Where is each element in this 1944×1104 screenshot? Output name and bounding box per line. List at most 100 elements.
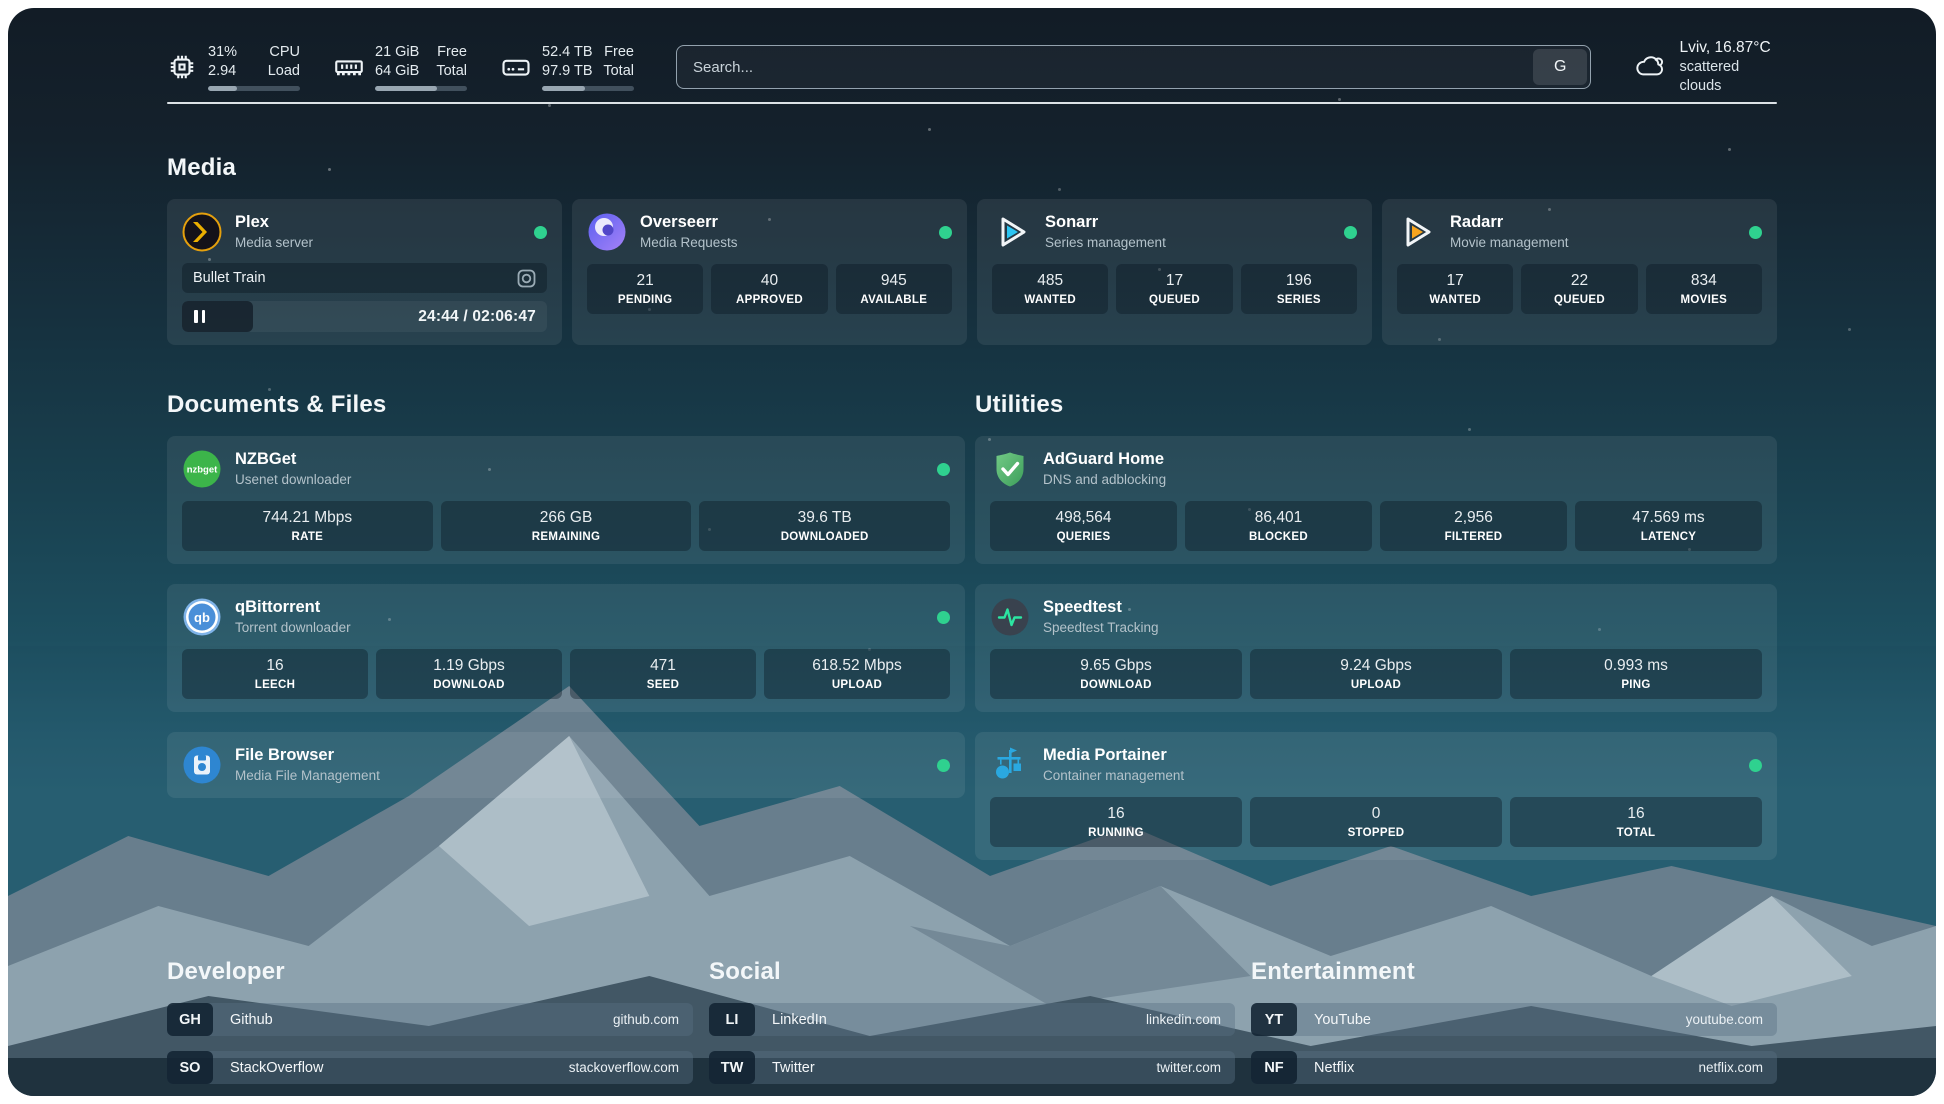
bookmarks-social: Social LI LinkedIn linkedin.com TW Twitt… [709, 958, 1235, 1096]
plex-status-dot [534, 226, 547, 239]
adguard-stat-blocked: 86,401 BLOCKED [1185, 501, 1372, 551]
video-session-icon[interactable] [517, 269, 536, 288]
memory-free-value: 21 GiB [375, 43, 419, 62]
portainer-stat-total: 16 TOTAL [1510, 797, 1762, 847]
filebrowser-card[interactable]: File Browser Media File Management [167, 732, 965, 798]
disk-widget: 52.4 TB 97.9 TB Free Total [501, 43, 634, 91]
plex-name: Plex [235, 212, 313, 233]
header-divider [167, 102, 1777, 104]
qbittorrent-card[interactable]: qb qBittorrent Torrent downloader 16 [167, 584, 965, 712]
overseerr-description: Media Requests [640, 234, 738, 252]
cpu-load-value: 2.94 [208, 62, 237, 81]
filebrowser-status-dot [937, 759, 950, 772]
snow-particles [8, 8, 11, 11]
memory-label-1: Free [436, 43, 467, 62]
speedtest-icon [990, 597, 1030, 637]
radarr-description: Movie management [1450, 234, 1569, 252]
overseerr-name: Overseerr [640, 212, 738, 233]
plex-now-playing-row: Bullet Train [182, 263, 547, 293]
screenshot-canvas: 31% 2.94 CPU Load [0, 0, 1944, 1104]
netflix-link-name: Netflix [1314, 1060, 1354, 1076]
radarr-icon [1397, 212, 1437, 252]
svg-text:nzbget: nzbget [187, 465, 218, 476]
portainer-description: Container management [1043, 767, 1184, 785]
youtube-link-domain: youtube.com [1686, 1012, 1763, 1027]
github-link-domain: github.com [613, 1012, 679, 1027]
search-input[interactable] [677, 46, 1590, 88]
link-netflix[interactable]: NF Netflix netflix.com [1251, 1051, 1777, 1084]
cloud-icon [1633, 49, 1666, 85]
disk-progress-fill [542, 86, 585, 91]
portainer-stat-running: 16 RUNNING [990, 797, 1242, 847]
utilities-section-title: Utilities [975, 391, 1777, 419]
media-section-title: Media [167, 154, 1777, 182]
top-bar: 31% 2.94 CPU Load [167, 8, 1777, 98]
linkedin-link-domain: linkedin.com [1146, 1012, 1221, 1027]
nzbget-stat-downloaded: 39.6 TB DOWNLOADED [699, 501, 950, 551]
speedtest-card[interactable]: Speedtest Speedtest Tracking 9.65 Gbps D… [975, 584, 1777, 712]
nzbget-card[interactable]: nzbget NZBGet Usenet downloader 744.21 M… [167, 436, 965, 564]
filebrowser-name: File Browser [235, 745, 380, 766]
cpu-label-1: CPU [268, 43, 300, 62]
portainer-stat-stopped: 0 STOPPED [1250, 797, 1502, 847]
adguard-stat-filtered: 2,956 FILTERED [1380, 501, 1567, 551]
memory-label-2: Total [436, 62, 467, 81]
speedtest-stat-ping: 0.993 ms PING [1510, 649, 1762, 699]
weather-condition: scattered clouds [1679, 58, 1777, 96]
radarr-name: Radarr [1450, 212, 1569, 233]
twitter-abbr-badge: TW [709, 1051, 755, 1084]
link-stackoverflow[interactable]: SO StackOverflow stackoverflow.com [167, 1051, 693, 1084]
plex-now-playing-title: Bullet Train [193, 270, 266, 286]
link-youtube[interactable]: YT YouTube youtube.com [1251, 1003, 1777, 1036]
portainer-status-dot [1749, 759, 1762, 772]
nzbget-stat-rate: 744.21 Mbps RATE [182, 501, 433, 551]
cpu-usage-value: 31% [208, 43, 237, 62]
memory-widget: 21 GiB 64 GiB Free Total [334, 43, 467, 91]
radarr-card[interactable]: Radarr Movie management 17 WANTED 2 [1382, 199, 1777, 345]
pause-icon[interactable] [194, 310, 205, 323]
memory-progress-track [375, 86, 467, 91]
sonarr-name: Sonarr [1045, 212, 1166, 233]
plex-card[interactable]: Plex Media server Bullet Train [167, 199, 562, 345]
adguard-description: DNS and adblocking [1043, 471, 1166, 489]
link-linkedin[interactable]: LI LinkedIn linkedin.com [709, 1003, 1235, 1036]
section-media: Media Plex Media server [167, 154, 1777, 345]
disk-total-value: 97.9 TB [542, 62, 593, 81]
svg-text:qb: qb [194, 610, 210, 625]
sonarr-description: Series management [1045, 234, 1166, 252]
search-provider-button[interactable]: G [1533, 49, 1587, 85]
speedtest-name: Speedtest [1043, 597, 1159, 618]
youtube-link-name: YouTube [1314, 1012, 1371, 1028]
sonarr-card[interactable]: Sonarr Series management 485 WANTED [977, 199, 1372, 345]
qbittorrent-stat-upload: 618.52 Mbps UPLOAD [764, 649, 950, 699]
adguard-icon [990, 449, 1030, 489]
qbittorrent-description: Torrent downloader [235, 619, 351, 637]
portainer-card[interactable]: Media Portainer Container management 16 … [975, 732, 1777, 860]
disk-icon [501, 52, 531, 82]
plex-playback-time: 24:44 / 02:06:47 [418, 301, 536, 332]
plex-icon [182, 212, 222, 252]
section-documents-files: Documents & Files nzbget NZBGet Usenet d… [167, 391, 965, 880]
github-abbr-badge: GH [167, 1003, 213, 1036]
qbittorrent-stat-seed: 471 SEED [570, 649, 756, 699]
linkedin-link-name: LinkedIn [772, 1012, 827, 1028]
stackoverflow-link-name: StackOverflow [230, 1060, 323, 1076]
cpu-icon [167, 52, 197, 82]
plex-progress-fill [182, 301, 253, 332]
link-twitter[interactable]: TW Twitter twitter.com [709, 1051, 1235, 1084]
disk-label-2: Total [603, 62, 634, 81]
adguard-card[interactable]: AdGuard Home DNS and adblocking 498,564 … [975, 436, 1777, 564]
disk-label-1: Free [603, 43, 634, 62]
qbittorrent-name: qBittorrent [235, 597, 351, 618]
entertainment-section-title: Entertainment [1251, 958, 1777, 986]
sonarr-stat-wanted: 485 WANTED [992, 264, 1108, 314]
social-section-title: Social [709, 958, 1235, 986]
radarr-status-dot [1749, 226, 1762, 239]
overseerr-card[interactable]: Overseerr Media Requests 21 PENDING [572, 199, 967, 345]
nzbget-icon: nzbget [182, 449, 222, 489]
filebrowser-icon [182, 745, 222, 785]
speedtest-description: Speedtest Tracking [1043, 619, 1159, 637]
link-github[interactable]: GH Github github.com [167, 1003, 693, 1036]
netflix-abbr-badge: NF [1251, 1051, 1297, 1084]
developer-section-title: Developer [167, 958, 693, 986]
